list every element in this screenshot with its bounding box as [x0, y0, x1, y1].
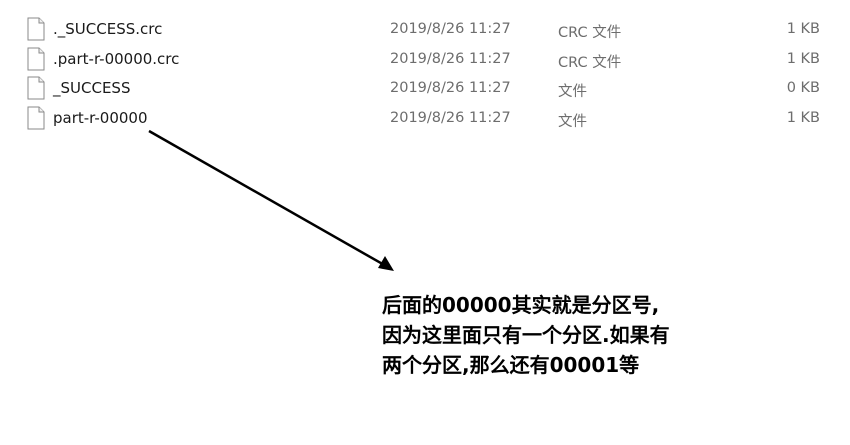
- file-name: part-r-00000: [53, 108, 148, 127]
- file-type: CRC 文件: [558, 25, 622, 41]
- file-name: ._SUCCESS.crc: [53, 20, 163, 38]
- file-date: 2019/8/26 11:27: [390, 109, 511, 126]
- file-row[interactable]: ._SUCCESS.crc 2019/8/26 11:27 CRC 文件 1 K…: [0, 15, 850, 45]
- file-icon: [27, 17, 45, 41]
- file-type: CRC 文件: [558, 54, 622, 71]
- annotation-text: 后面的00000其实就是分区号, 因为这里面只有一个分区.如果有 两个分区,那么…: [382, 290, 670, 380]
- file-date: 2019/8/26 11:27: [390, 80, 511, 96]
- annotation-line: 因为这里面只有一个分区.如果有: [382, 323, 670, 347]
- arrow-head-icon: [378, 256, 394, 271]
- file-icon: [27, 106, 45, 129]
- file-date: 2019/8/26 11:27: [390, 50, 511, 67]
- file-list: ._SUCCESS.crc 2019/8/26 11:27 CRC 文件 1 K…: [0, 15, 850, 133]
- file-size: 1 KB: [786, 109, 820, 126]
- file-size: 0 KB: [786, 80, 820, 96]
- annotation-line: 两个分区,那么还有00001等: [382, 353, 640, 377]
- file-row[interactable]: part-r-00000 2019/8/26 11:27 文件 1 KB: [0, 104, 850, 134]
- arrow-shaft: [148, 129, 387, 268]
- file-date: 2019/8/26 11:27: [390, 21, 511, 37]
- file-icon: [27, 47, 45, 70]
- file-size: 1 KB: [786, 21, 820, 37]
- file-row[interactable]: .part-r-00000.crc 2019/8/26 11:27 CRC 文件…: [0, 45, 850, 75]
- file-name: .part-r-00000.crc: [53, 49, 180, 68]
- file-name: _SUCCESS: [53, 79, 131, 97]
- file-row[interactable]: _SUCCESS 2019/8/26 11:27 文件 0 KB: [0, 74, 850, 104]
- file-size: 1 KB: [786, 50, 820, 67]
- file-type: 文件: [558, 113, 587, 130]
- file-type: 文件: [558, 84, 587, 100]
- file-icon: [27, 76, 45, 100]
- annotation-line: 后面的00000其实就是分区号,: [382, 293, 660, 317]
